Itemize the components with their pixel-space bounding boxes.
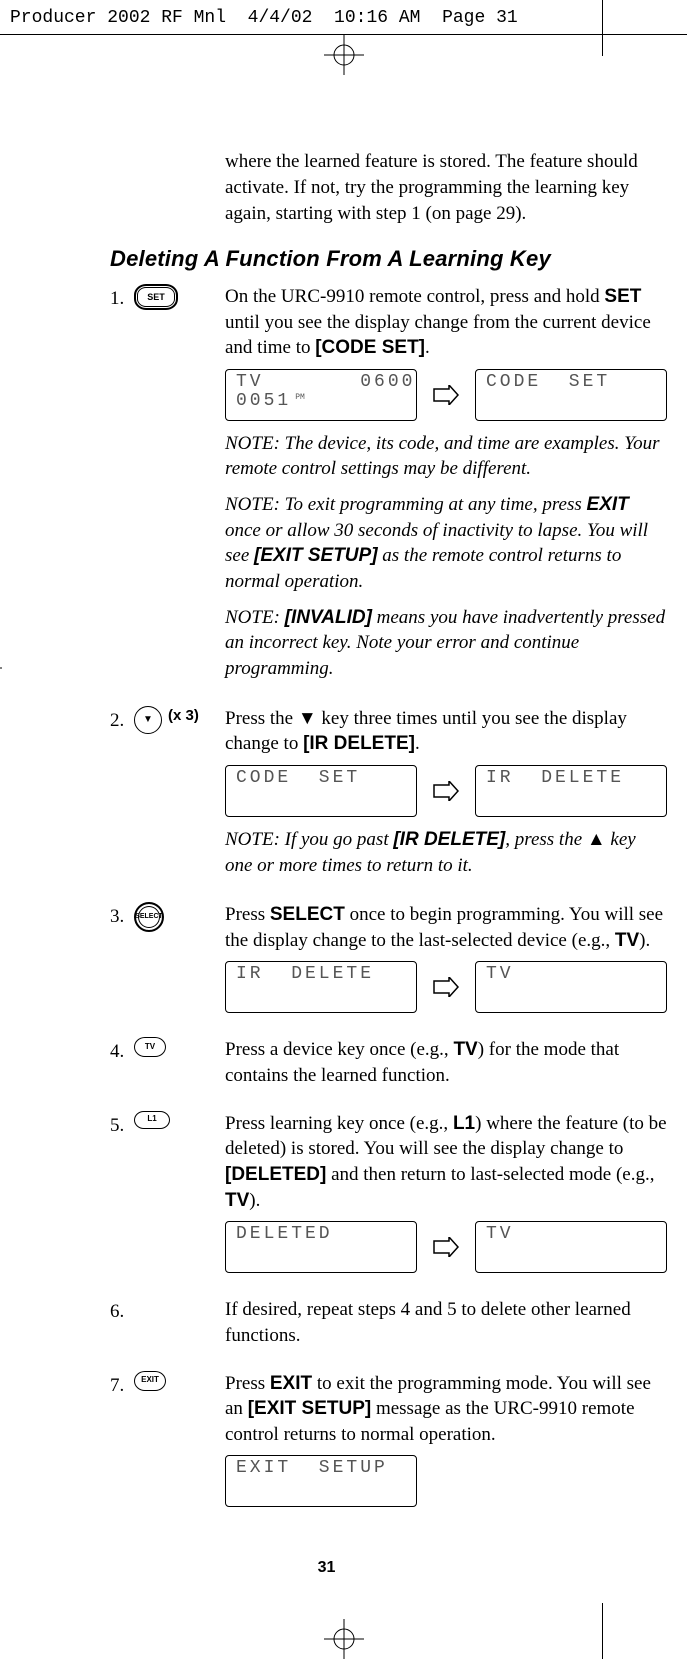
registration-mark-top — [0, 35, 687, 79]
select-button-icon: SELECT — [134, 902, 164, 932]
step-text: Press a device key once (e.g., TV) for t… — [225, 1037, 653, 1088]
arrow-icon — [433, 1237, 459, 1257]
step-number: 6. — [110, 1297, 128, 1325]
note-text: NOTE: [INVALID] means you have inadverte… — [225, 605, 667, 682]
arrow-icon — [433, 781, 459, 801]
step-number: 1. — [110, 284, 128, 312]
step-number: 5. — [110, 1111, 128, 1139]
lcd-display: IR DELETE — [475, 765, 667, 817]
exit-button-icon: EXIT — [134, 1371, 166, 1391]
set-button-icon: SET — [134, 284, 178, 310]
lcd-display: CODE SET — [225, 765, 417, 817]
registration-mark-bottom — [0, 1599, 687, 1659]
step-text: Press the ▼ key three times until you se… — [225, 706, 667, 757]
step-text: If desired, repeat steps 4 and 5 to dele… — [225, 1297, 653, 1348]
crop-mark — [602, 0, 603, 56]
step-number: 4. — [110, 1037, 128, 1065]
note-text: NOTE: To exit programming at any time, p… — [225, 492, 667, 595]
step-text: Press SELECT once to begin programming. … — [225, 902, 667, 953]
page-number: 31 — [0, 1557, 653, 1579]
lcd-display: TV — [475, 961, 667, 1013]
step-text: Press learning key once (e.g., L1) where… — [225, 1111, 667, 1214]
note-text: NOTE: The device, its code, and time are… — [225, 431, 667, 482]
tv-button-icon: TV — [134, 1037, 166, 1057]
arrow-icon — [433, 385, 459, 405]
l1-button-icon: L1 — [134, 1111, 170, 1129]
crop-mark — [602, 1603, 603, 1659]
lcd-display: IR DELETE — [225, 961, 417, 1013]
lcd-display: EXIT SETUP — [225, 1455, 417, 1507]
repeat-count: (x 3) — [168, 706, 199, 726]
step-text: On the URC-9910 remote control, press an… — [225, 284, 667, 361]
intro-paragraph: where the learned feature is stored. The… — [225, 149, 653, 226]
lcd-display: CODE SET — [475, 369, 667, 421]
lcd-display: TV 06000051PM — [225, 369, 417, 421]
lcd-display: TV — [475, 1221, 667, 1273]
note-text: NOTE: If you go past [IR DELETE], press … — [225, 827, 667, 878]
section-heading: Deleting A Function From A Learning Key — [110, 244, 653, 274]
step-number: 3. — [110, 902, 128, 930]
step-number: 7. — [110, 1371, 128, 1399]
down-arrow-button-icon — [134, 706, 162, 734]
registration-mark-side — [0, 648, 2, 696]
print-slug: Producer 2002 RF Mnl 4/4/02 10:16 AM Pag… — [0, 0, 687, 34]
lcd-display: DELETED — [225, 1221, 417, 1273]
step-number: 2. — [110, 706, 128, 734]
step-text: Press EXIT to exit the programming mode.… — [225, 1371, 653, 1448]
arrow-icon — [433, 977, 459, 997]
